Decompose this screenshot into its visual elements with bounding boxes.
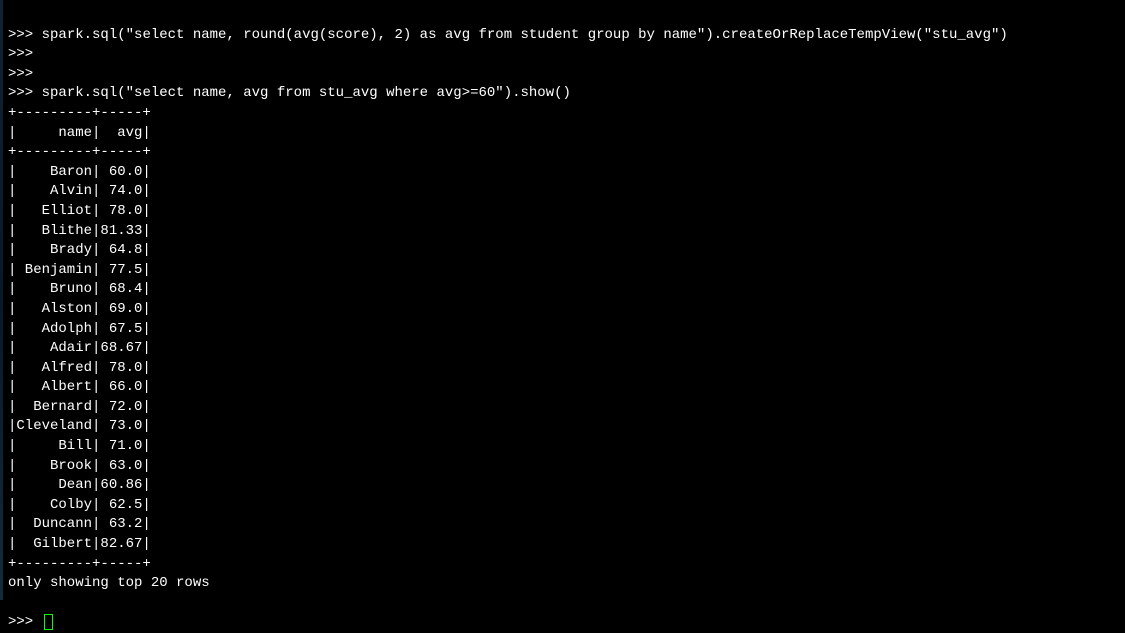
command-line-2: >>> <box>8 46 33 62</box>
table-row: | Baron| 60.0| <box>8 164 151 180</box>
cursor-icon <box>44 614 53 630</box>
terminal-output[interactable]: >>> spark.sql("select name, round(avg(sc… <box>8 6 1117 633</box>
active-prompt: >>> <box>8 614 33 630</box>
command-1-text: spark.sql("select name, round(avg(score)… <box>42 27 1008 43</box>
table-row: | Brady| 64.8| <box>8 242 151 258</box>
table-row: | Colby| 62.5| <box>8 497 151 513</box>
table-row: | Bill| 71.0| <box>8 438 151 454</box>
command-line-3: >>> <box>8 66 33 82</box>
command-line-1: >>> spark.sql("select name, round(avg(sc… <box>8 27 1008 43</box>
table-header-separator: +---------+-----+ <box>8 144 151 160</box>
window-edge-gradient <box>0 0 3 600</box>
table-header-row: | name| avg| <box>8 125 151 141</box>
table-row: | Blithe|81.33| <box>8 223 151 239</box>
table-row: | Dean|60.86| <box>8 477 151 493</box>
table-row: | Duncann| 63.2| <box>8 516 151 532</box>
table-bottom-border: +---------+-----+ <box>8 556 151 572</box>
table-row: | Benjamin| 77.5| <box>8 262 151 278</box>
status-message: only showing top 20 rows <box>8 575 210 591</box>
table-row: | Brook| 63.0| <box>8 458 151 474</box>
table-row: | Adair|68.67| <box>8 340 151 356</box>
table-row: | Alvin| 74.0| <box>8 183 151 199</box>
command-4-text: spark.sql("select name, avg from stu_avg… <box>42 85 571 101</box>
table-row: | Alston| 69.0| <box>8 301 151 317</box>
table-row: | Bernard| 72.0| <box>8 399 151 415</box>
prompt-2: >>> <box>8 46 33 62</box>
table-row: | Bruno| 68.4| <box>8 281 151 297</box>
command-line-4: >>> spark.sql("select name, avg from stu… <box>8 85 571 101</box>
table-row: | Albert| 66.0| <box>8 379 151 395</box>
table-top-border: +---------+-----+ <box>8 105 151 121</box>
table-row: | Alfred| 78.0| <box>8 360 151 376</box>
table-row: | Adolph| 67.5| <box>8 321 151 337</box>
table-row: | Gilbert|82.67| <box>8 536 151 552</box>
table-row: |Cleveland| 73.0| <box>8 418 151 434</box>
prompt-3: >>> <box>8 66 33 82</box>
prompt-1: >>> <box>8 27 33 43</box>
table-row: | Elliot| 78.0| <box>8 203 151 219</box>
active-prompt-line[interactable]: >>> <box>8 614 53 630</box>
prompt-4: >>> <box>8 85 33 101</box>
